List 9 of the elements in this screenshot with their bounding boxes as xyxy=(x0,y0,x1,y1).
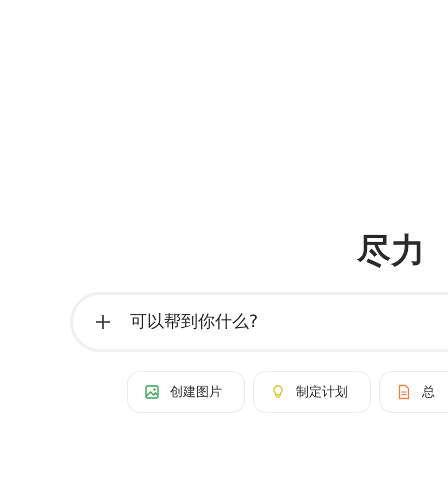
suggestion-chip[interactable]: 制定计划 xyxy=(253,371,371,413)
lightbulb-icon xyxy=(270,384,286,400)
image-icon xyxy=(144,384,160,400)
document-icon xyxy=(396,384,412,400)
suggestion-chip[interactable]: 总 xyxy=(379,371,448,413)
suggestion-chip[interactable]: 创建图片 xyxy=(127,371,245,413)
message-field[interactable]: 可以帮到你什么? xyxy=(70,292,448,352)
page-heading: 尽力 xyxy=(357,230,426,272)
plus-icon[interactable] xyxy=(95,314,111,330)
